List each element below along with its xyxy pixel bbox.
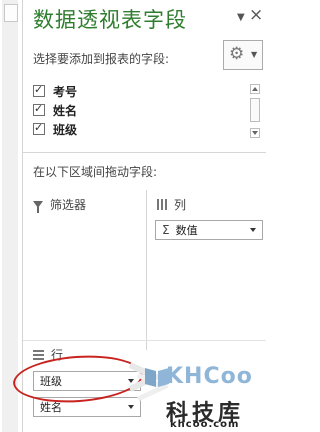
filter-icon: [33, 201, 43, 213]
field-label: 姓名: [53, 103, 78, 118]
sigma-icon: Σ: [162, 223, 170, 237]
field-item-name[interactable]: ✓ 姓名: [33, 101, 77, 119]
chip-label: 数值: [175, 224, 198, 237]
rows-icon: [33, 349, 44, 360]
rows-area-header: 行: [33, 346, 63, 363]
field-list: ✓ 考号 ✓ 姓名 ✓ 班级: [31, 80, 267, 142]
scrollbar-thumb[interactable]: [250, 98, 260, 122]
field-item-exam-number[interactable]: ✓ 考号: [33, 82, 77, 100]
scrollbar-thumb[interactable]: [4, 4, 18, 22]
field-label: 班级: [53, 122, 78, 137]
field-checkbox[interactable]: ✓: [33, 83, 45, 97]
drag-fields-hint: 在以下区域间拖动字段:: [33, 165, 158, 179]
filter-area-header: 筛选器: [33, 196, 86, 213]
field-list-settings-button[interactable]: ⚙ ▼: [223, 40, 263, 70]
field-checkbox[interactable]: ✓: [33, 102, 45, 116]
sheet-scroll-area: [0, 0, 23, 432]
watermark-url: khcoo.com: [170, 419, 240, 430]
pane-options-dropdown-icon[interactable]: ▼: [237, 12, 245, 23]
columns-area-label: 列: [174, 198, 187, 212]
row-field-chip-class[interactable]: 班级: [33, 371, 141, 391]
pane-title: 数据透视表字段: [33, 8, 187, 32]
watermark-brand: KHCoo: [166, 364, 253, 389]
divider: [146, 190, 147, 350]
values-field-chip[interactable]: Σ 数值: [155, 220, 263, 240]
divider: [23, 152, 266, 153]
scroll-up-icon[interactable]: [250, 84, 260, 94]
chip-label: 姓名: [40, 401, 62, 414]
filter-area-label: 筛选器: [50, 198, 87, 212]
scroll-down-icon[interactable]: [250, 128, 260, 138]
field-label: 考号: [53, 84, 78, 99]
columns-icon: [157, 199, 167, 210]
divider: [23, 340, 266, 341]
columns-area-header: 列: [157, 196, 186, 213]
chevron-down-icon[interactable]: [250, 228, 256, 232]
field-list-scrollbar[interactable]: [249, 84, 261, 140]
row-field-chip-name[interactable]: 姓名: [33, 397, 141, 417]
rows-area-label: 行: [51, 348, 64, 362]
field-checkbox[interactable]: ✓: [33, 121, 45, 135]
gear-icon: ⚙: [229, 44, 245, 64]
chip-label: 班级: [40, 375, 62, 388]
field-item-class[interactable]: ✓ 班级: [33, 120, 77, 138]
close-icon[interactable]: ×: [249, 5, 263, 25]
chevron-down-icon: ▼: [251, 50, 258, 59]
choose-fields-label: 选择要添加到报表的字段:: [33, 52, 170, 66]
vertical-scrollbar[interactable]: [2, 0, 18, 432]
